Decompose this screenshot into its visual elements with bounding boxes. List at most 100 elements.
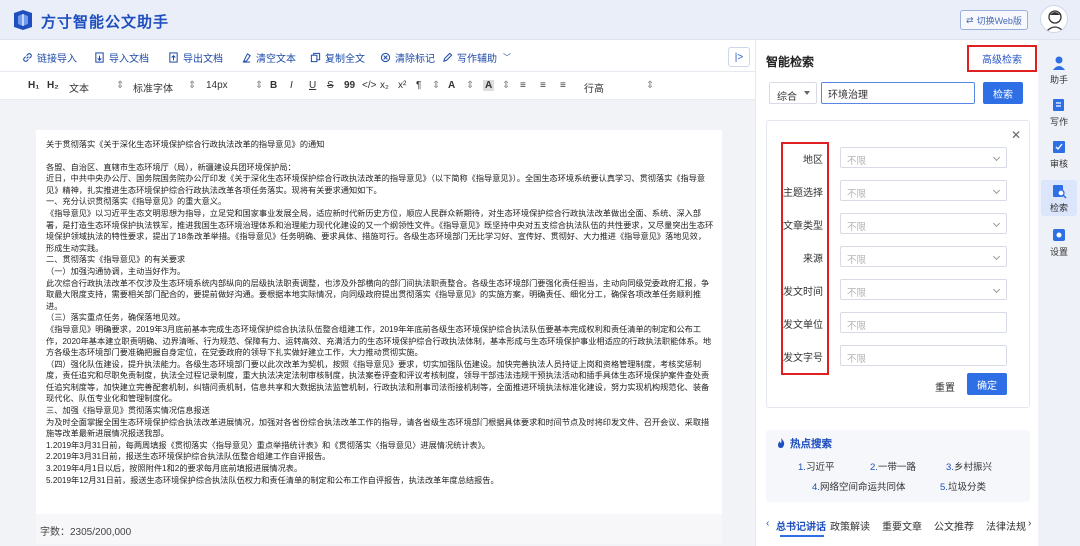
filter-label-issue-time: 发文时间 (783, 287, 823, 298)
doc-paragraph: 为及时全面掌握全国生态环境保护综合执法改革进展情况，加强对各省份综合执法改革工作… (46, 417, 710, 439)
collapse-panel-button[interactable]: |> (728, 47, 750, 67)
user-avatar[interactable] (1040, 5, 1068, 33)
source-value: 不限 (847, 255, 867, 266)
nav-review-label: 审核 (1049, 158, 1068, 169)
hot-item[interactable]: 3.乡村振兴 (946, 459, 992, 473)
tab-policy-interpretation[interactable]: 政策解读 (830, 518, 870, 533)
heading1-button[interactable]: H₁ (28, 80, 39, 91)
topic-select[interactable]: 不限 (840, 180, 1007, 201)
tab-important-articles[interactable]: 重要文章 (882, 518, 922, 533)
document-area: 关于贯彻落实《关于深化生态环境保护综合行政执法改革的指导意见》的通知 各盟、自治… (0, 100, 755, 546)
tabs-scroll-left-icon[interactable]: ‹ (766, 518, 769, 529)
search-panel: 智能检索 高级检索 综合 检索 ✕ 地区 不限 主题选择 不限 文章类型 不限 … (755, 40, 1038, 546)
hot-item-text: 网络空间命运共同体 (819, 482, 906, 493)
doc-paragraph: （一）加强沟通协调，主动当好作为。 (46, 266, 186, 276)
highlight-button[interactable]: A (483, 80, 495, 91)
superscript-button[interactable]: x² (398, 80, 406, 91)
nav-assistant-label: 助手 (1049, 74, 1068, 85)
export-doc-button[interactable]: 导出文档 (168, 50, 223, 65)
nav-search[interactable]: 检索 (1041, 180, 1077, 216)
nav-assistant[interactable]: 助手 (1041, 52, 1077, 88)
paragraph-type-select[interactable]: 文本 (69, 80, 89, 95)
search-button[interactable]: 检索 (983, 82, 1023, 104)
filter-label-source: 来源 (803, 254, 823, 265)
link-import-button[interactable]: 链接导入 (22, 50, 77, 65)
advanced-search-button[interactable]: 高级检索 (967, 45, 1037, 72)
doc-number-input[interactable]: 不限 (840, 345, 1007, 366)
assistant-icon (1053, 56, 1065, 70)
hot-item[interactable]: 5.垃圾分类 (940, 479, 986, 493)
hot-item-text: 一带一路 (877, 462, 916, 473)
search-bar: 综合 检索 (769, 82, 1023, 104)
settings-icon (1053, 228, 1065, 241)
confirm-button[interactable]: 确定 (967, 373, 1007, 395)
strikethrough-button[interactable]: S (327, 80, 334, 91)
copy-all-button[interactable]: 复制全文 (310, 50, 365, 65)
clear-text-button[interactable]: 清空文本 (241, 50, 296, 65)
issuer-input[interactable]: 不限 (840, 312, 1007, 333)
doc-paragraph: 《指导意见》明确要求，2019年3月底前基本完成生态环境保护综合执法队伍整合组建… (46, 324, 712, 358)
hot-item[interactable]: 1.习近平 (798, 459, 834, 473)
line-height-select[interactable]: 行高 (584, 80, 604, 95)
switch-web-button[interactable]: ⇄ 切换Web版 (960, 10, 1028, 30)
bold-button[interactable]: B (270, 80, 277, 91)
font-color-button[interactable]: A (448, 80, 455, 91)
nav-settings[interactable]: 设置 (1041, 224, 1077, 260)
hot-item-num: 1. (798, 462, 806, 473)
align-center-icon[interactable]: ≡ (540, 80, 546, 91)
search-scope-select[interactable]: 综合 (769, 82, 817, 104)
search-input[interactable] (821, 82, 975, 104)
source-select[interactable]: 不限 (840, 246, 1007, 267)
quote-button[interactable]: 99 (344, 80, 355, 91)
hot-search-label: 热点搜索 (790, 438, 832, 450)
reset-button[interactable]: 重置 (935, 379, 955, 394)
tabs-scroll-right-icon[interactable]: › (1028, 518, 1031, 529)
chevron-down-icon (992, 219, 1001, 228)
article-type-select[interactable]: 不限 (840, 213, 1007, 234)
issue-time-select[interactable]: 不限 (840, 279, 1007, 300)
tab-speeches[interactable]: 总书记讲话 (776, 518, 826, 533)
pen-icon (443, 52, 453, 62)
hot-item-text: 习近平 (805, 462, 835, 473)
doc-paragraph: 二、贯彻落实《指导意见》的有关要求 (46, 255, 186, 265)
panel-title: 智能检索 (766, 55, 815, 69)
subscript-button[interactable]: x₂ (380, 80, 389, 91)
chevron-down-icon: ﹀ (503, 53, 511, 62)
link-icon (23, 53, 32, 62)
search-icon (1053, 184, 1067, 199)
nav-review[interactable]: 审核 (1041, 136, 1077, 172)
close-icon[interactable]: ✕ (1011, 128, 1021, 142)
category-tabs: ‹ 总书记讲话 政策解读 重要文章 公文推荐 法律法规 › (766, 518, 1036, 538)
paragraph-mark-button[interactable]: ¶ (416, 80, 421, 91)
italic-button[interactable]: I (290, 80, 293, 91)
nav-write[interactable]: 写作 (1041, 94, 1077, 130)
doc-paragraph: 5.2019年12月31日前，报送生态环境保护综合执法队伍权力和责任清单的制定和… (46, 475, 499, 485)
updown-icon: ⇕ (116, 80, 125, 91)
align-left-icon[interactable]: ≡ (520, 80, 526, 91)
heading2-button[interactable]: H₂ (47, 80, 59, 91)
hot-item[interactable]: 2.一带一路 (870, 459, 916, 473)
active-tab-indicator (780, 535, 824, 537)
code-button[interactable]: </> (362, 80, 376, 91)
updown-icon: ⇕ (646, 80, 655, 91)
doc-paragraph: 3.2019年4月1日以后，按照附件1和2的要求每月底前填报进展情况表。 (46, 464, 303, 474)
underline-button[interactable]: U (309, 80, 316, 91)
font-family-select[interactable]: 标准字体 (133, 80, 173, 95)
import-doc-button[interactable]: 导入文档 (94, 50, 149, 65)
app-title: 方寸智能公文助手 (41, 14, 170, 31)
chevron-down-icon (992, 186, 1001, 195)
tab-doc-recommend[interactable]: 公文推荐 (934, 518, 974, 533)
doc-paragraph: 各盟、自治区、直辖市生态环境厅（局），新疆建设兵团环境保护局： (46, 162, 296, 172)
export-doc-label: 导出文档 (183, 54, 223, 65)
clear-mark-button[interactable]: 清除标记 (380, 50, 435, 65)
updown-icon: ⇕ (432, 80, 441, 91)
align-right-icon[interactable]: ≡ (560, 80, 566, 91)
nav-search-label: 检索 (1049, 202, 1068, 213)
writing-assist-dropdown[interactable]: 写作辅助 ﹀ (442, 50, 511, 65)
tab-laws[interactable]: 法律法规 (986, 518, 1026, 533)
article-type-value: 不限 (847, 222, 867, 233)
region-select[interactable]: 不限 (840, 147, 1007, 168)
document-editor[interactable]: 关于贯彻落实《关于深化生态环境保护综合行政执法改革的指导意见》的通知 各盟、自治… (36, 130, 722, 514)
hot-item[interactable]: 4.网络空间命运共同体 (812, 479, 905, 493)
font-size-select[interactable]: 14px (206, 80, 228, 91)
